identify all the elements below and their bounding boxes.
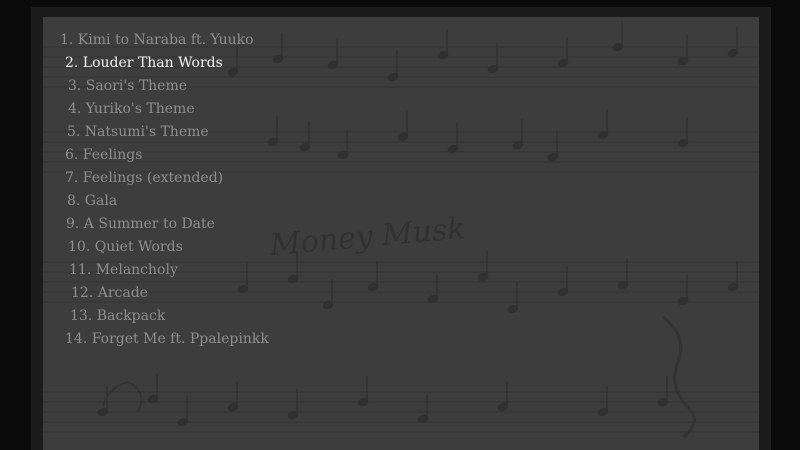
track-item[interactable]: 8. Gala — [67, 191, 117, 211]
track-item[interactable]: 9. A Summer to Date — [66, 214, 215, 234]
track-item[interactable]: 10. Quiet Words — [68, 237, 183, 257]
track-item[interactable]: 4. Yuriko's Theme — [68, 99, 195, 119]
music-room-screen: Money Musk 1. Kimi to Naraba ft. Yuuko 2.… — [0, 0, 800, 450]
track-item[interactable]: 5. Natsumi's Theme — [67, 122, 209, 142]
music-panel: Money Musk 1. Kimi to Naraba ft. Yuuko 2.… — [43, 17, 759, 450]
track-item[interactable]: 6. Feelings — [65, 145, 142, 165]
track-item[interactable]: 12. Arcade — [71, 283, 148, 303]
track-item[interactable]: 13. Backpack — [70, 306, 165, 326]
track-item[interactable]: 7. Feelings (extended) — [65, 168, 223, 188]
track-item[interactable]: 11. Melancholy — [69, 260, 178, 280]
track-item[interactable]: 2. Louder Than Words — [65, 53, 223, 73]
track-item[interactable]: 3. Saori's Theme — [68, 76, 187, 96]
track-list: 1. Kimi to Naraba ft. Yuuko 2. Louder Tha… — [43, 17, 759, 450]
track-item[interactable]: 14. Forget Me ft. Ppalepinkk — [65, 329, 269, 349]
track-item[interactable]: 1. Kimi to Naraba ft. Yuuko — [60, 30, 254, 50]
